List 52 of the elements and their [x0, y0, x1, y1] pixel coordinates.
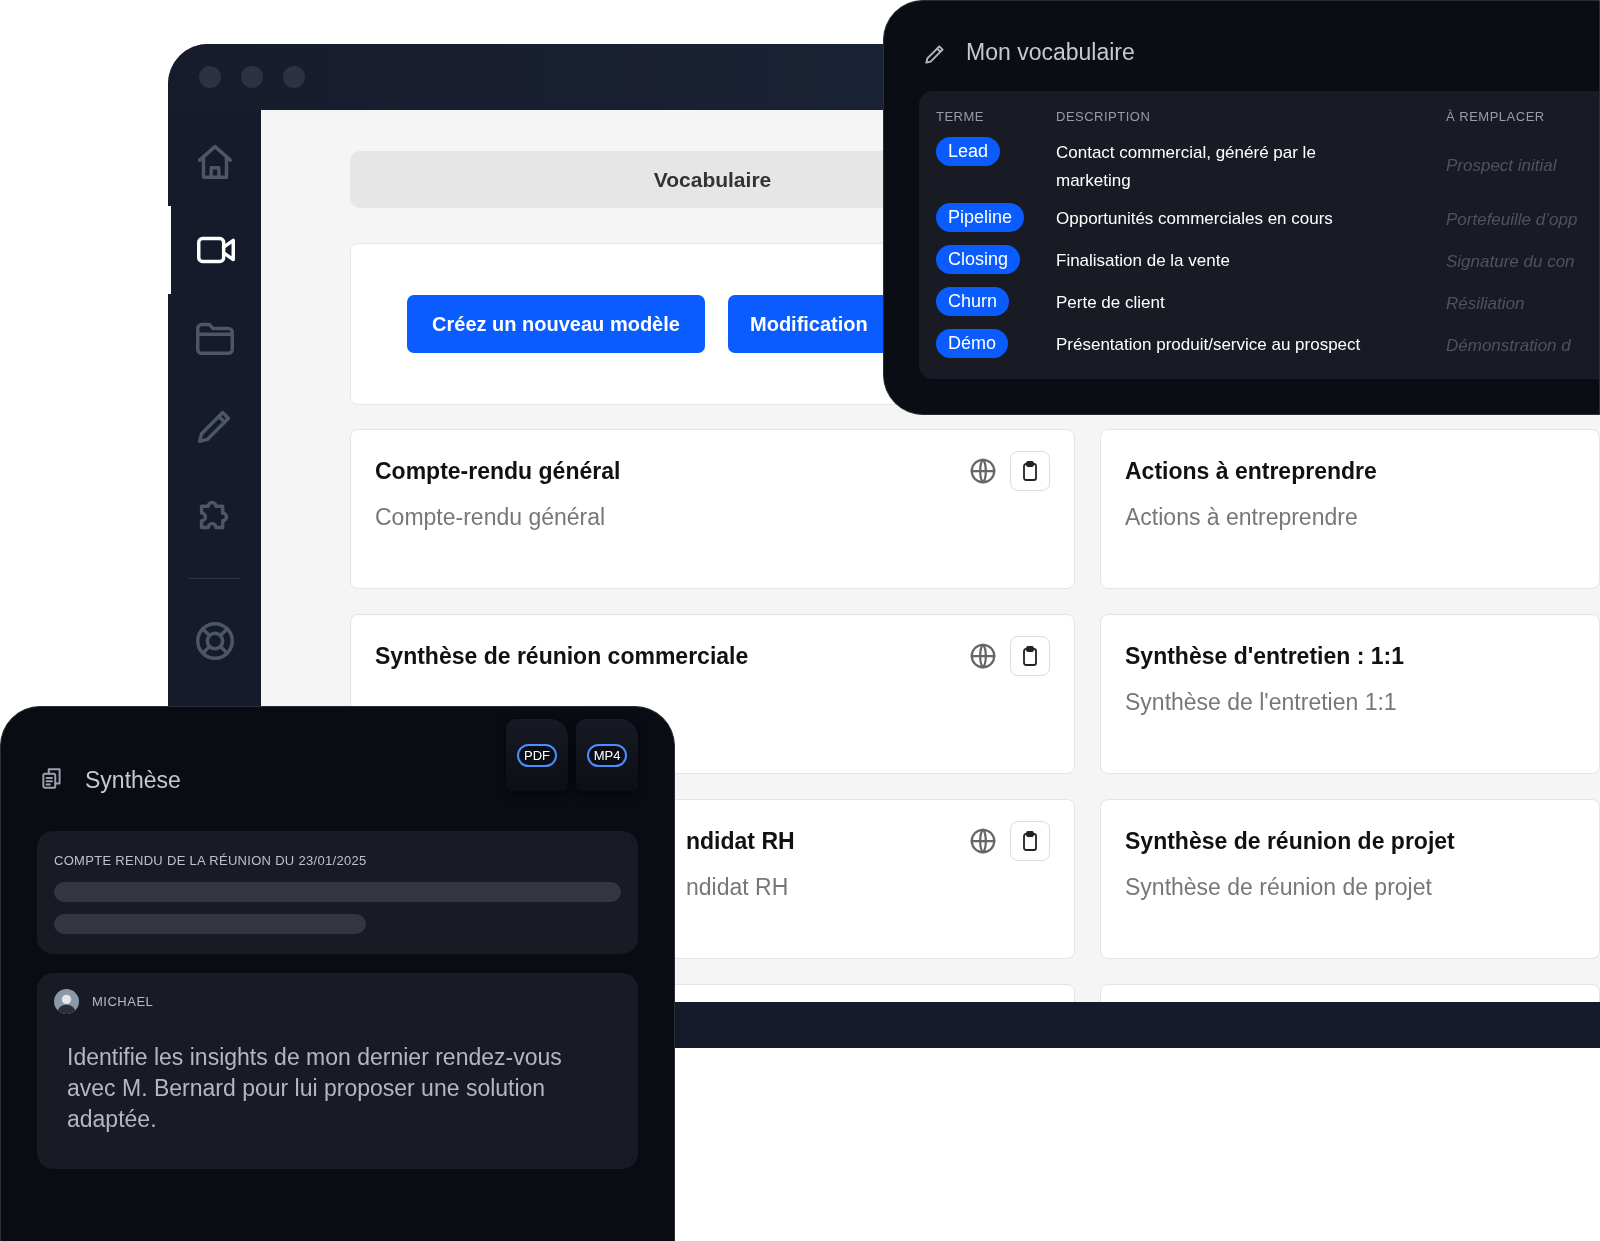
column-header: DESCRIPTION — [1056, 109, 1152, 126]
window-title: Mon vocabulaire — [966, 39, 1135, 66]
term-tag: Closing — [936, 245, 1021, 274]
message-text: Identifie les insights de mon dernier rendez-vous avec M. Bernard pour lui proposer une solution adaptée. — [66, 1043, 563, 1134]
term-tag: Démo — [936, 329, 1008, 358]
term-description: Perte de client — [1056, 292, 1166, 314]
template-card[interactable]: Compte-rendu général Compte-rendu général — [350, 429, 1075, 589]
file-icon[interactable]: PDF — [506, 719, 568, 791]
card-description: Synthèse de l'entretien 1:1 — [1125, 689, 1398, 716]
globe-icon — [968, 456, 998, 486]
replacement-term: Démonstration d — [1446, 335, 1572, 357]
language-button[interactable] — [968, 826, 998, 856]
term-description: Présentation produit/service au prospect — [1056, 334, 1362, 356]
template-card[interactable]: Synthèse d'entretien : 1:1 Synthèse de l'entretien 1:1 — [1100, 614, 1600, 774]
window-title: Synthèse — [85, 766, 182, 794]
term-tag: Pipeline — [936, 203, 1025, 232]
replacement-term: Portefeuille d’opp — [1446, 209, 1579, 231]
term-description: Opportunités commerciales en cours — [1056, 208, 1334, 230]
copy-button[interactable] — [1010, 451, 1050, 491]
card-description: Actions à entreprendre — [1125, 504, 1359, 531]
card-title: Compte-rendu général — [375, 458, 621, 485]
copy-button[interactable] — [1010, 636, 1050, 676]
card-title: Actions à entreprendre — [1125, 458, 1377, 485]
template-card[interactable]: Synthèse de réunion de projet Synthèse de réunion de projet — [1100, 799, 1600, 959]
copy-button[interactable] — [1010, 821, 1050, 861]
card-description: ndidat RH — [686, 874, 790, 901]
card-description: Synthèse de réunion de projet — [1125, 874, 1433, 901]
term-tag: Lead — [936, 137, 1001, 166]
card-title: Synthèse d'entretien : 1:1 — [1125, 643, 1404, 670]
card-title: Synthèse de réunion de projet — [1125, 828, 1455, 855]
language-button[interactable] — [968, 456, 998, 486]
language-button[interactable] — [968, 641, 998, 671]
replacement-term: Signature du con — [1446, 251, 1576, 273]
term-tag: Churn — [936, 287, 1010, 316]
replacement-term: Prospect initial — [1446, 155, 1558, 177]
file-icon[interactable]: MP4 — [576, 719, 638, 791]
author-name: MICHAEL — [92, 994, 154, 1009]
avatar — [54, 989, 79, 1014]
term-description: Contact commercial, généré par le marketing — [1056, 142, 1317, 192]
card-description: Compte-rendu général — [375, 504, 607, 531]
template-card[interactable]: Actions à entreprendre Actions à entreprendre — [1100, 429, 1600, 589]
file-type-badge: MP4 — [586, 743, 628, 767]
card-title: Synthèse de réunion commerciale — [375, 643, 749, 670]
column-header: À REMPLACER — [1446, 109, 1546, 126]
card-title: ndidat RH — [686, 828, 795, 855]
file-type-badge: PDF — [517, 743, 557, 767]
term-description: Finalisation de la vente — [1056, 250, 1231, 272]
globe-icon — [968, 641, 998, 671]
primary-button[interactable]: Créez un nouveau modèle — [407, 295, 705, 353]
column-header: TERME — [936, 109, 985, 126]
globe-icon — [968, 826, 998, 856]
replacement-term: Résiliation — [1446, 293, 1526, 315]
